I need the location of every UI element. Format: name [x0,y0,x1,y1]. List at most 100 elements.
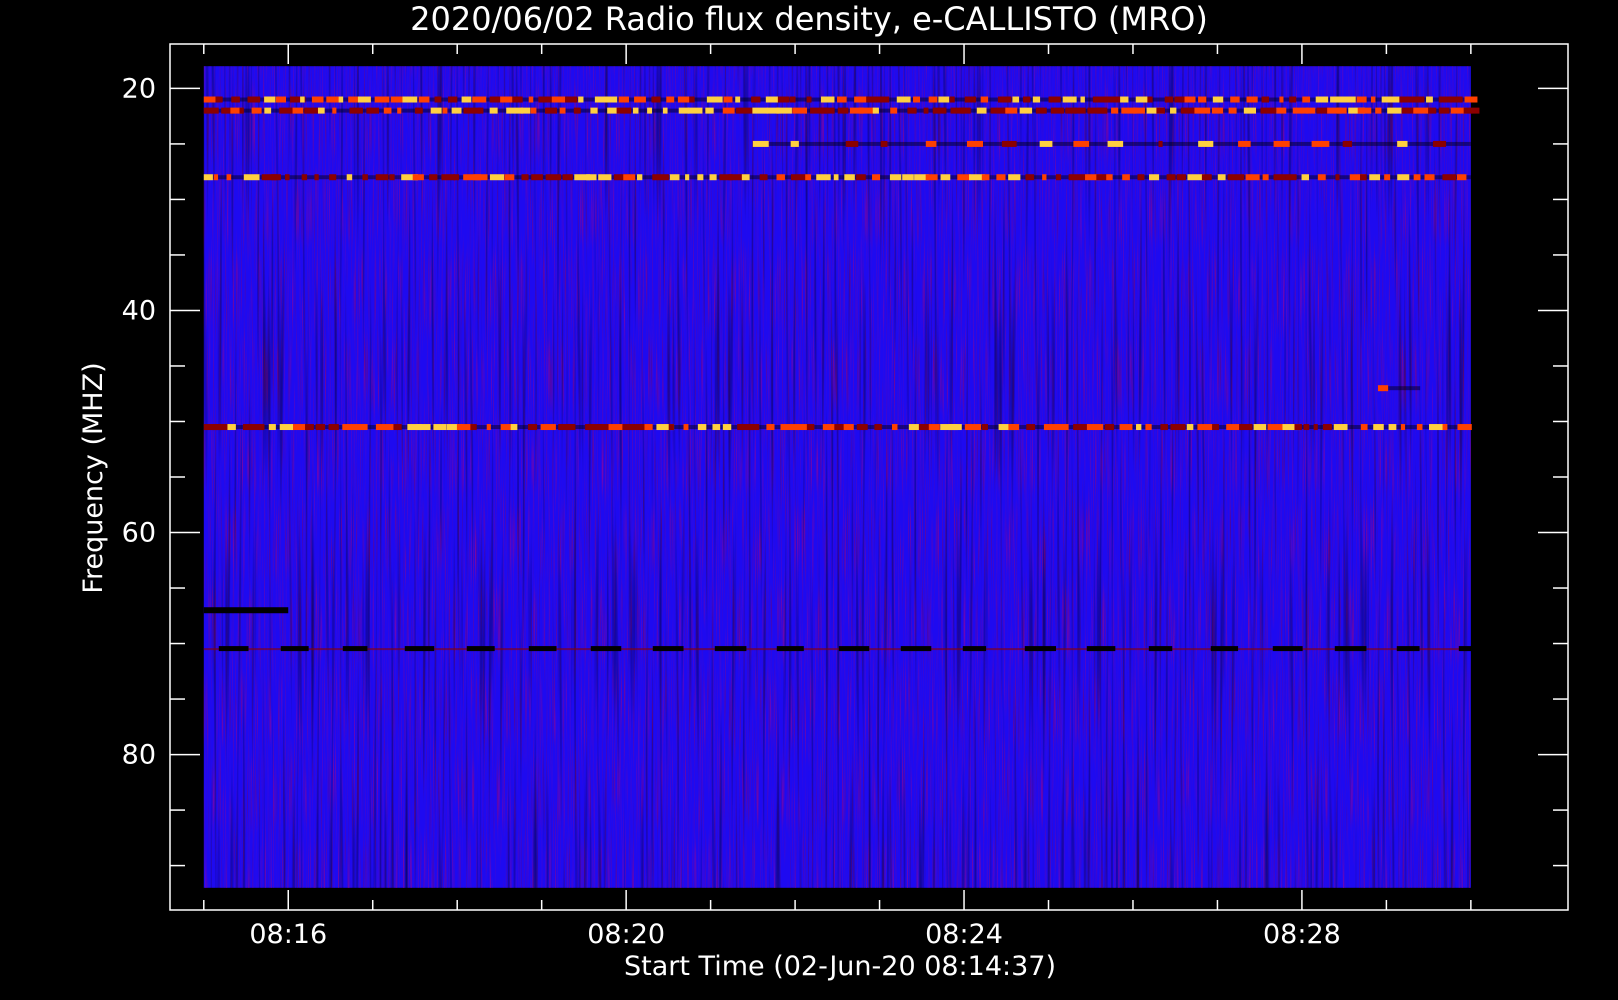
line-segment [872,174,881,181]
line-segment [1413,174,1421,181]
line-segment [623,174,636,181]
line-segment [586,174,597,181]
dark-band-segment [714,646,747,652]
line-segment [247,96,261,103]
line-segment [1246,96,1258,103]
feature-dark-line-7 [203,607,289,614]
line-segment [567,424,575,431]
dark-band-segment [1210,646,1239,652]
line-segment [1411,96,1425,103]
line-segment [1149,174,1160,181]
line-segment [913,96,921,103]
line-segment [473,174,488,181]
line-segment [1316,107,1329,114]
line-segment [892,424,898,431]
line-segment [1285,174,1297,181]
line-segment [1447,96,1463,103]
line-segment [1135,96,1148,103]
line-segment [531,174,543,181]
line-segment [315,424,326,431]
line-segment [264,96,276,103]
dark-band-segment [776,646,804,652]
line-segment [1400,424,1406,431]
line-segment [964,424,982,431]
line-segment [820,107,835,114]
line-segment [1160,424,1168,431]
line-segment [1096,174,1108,181]
line-segment [451,107,462,114]
line-segment [1227,174,1245,181]
line-segment [1056,174,1061,181]
dark-band-segment [962,646,987,652]
line-segment [243,424,261,431]
line-segment [1369,174,1381,181]
line-segment [300,96,305,103]
dark-band-segment [1396,646,1420,652]
line-segment [949,424,962,431]
line-segment [375,174,389,181]
line-segment [1050,107,1065,114]
line-segment [1301,174,1310,181]
line-segment [889,174,902,181]
line-segment [837,107,849,114]
line-segment [1008,174,1021,181]
line-segment [608,424,624,431]
dark-band-segment [900,646,932,652]
line-segment [1042,174,1047,181]
line-segment [329,174,337,181]
line-segment [722,424,732,431]
line-segment [1397,140,1408,147]
line-segment [632,107,639,114]
line-segment [1039,140,1053,147]
line-segment [687,107,703,114]
line-segment [258,424,265,431]
x-axis-label: Start Time (02-Jun-20 08:14:37) [624,951,1056,982]
line-segment [573,107,581,114]
line-segment [305,424,314,431]
line-segment [477,107,484,114]
line-segment [647,107,653,114]
line-segment [1122,174,1130,181]
line-segment [362,174,368,181]
line-segment [792,107,808,114]
line-segment [1133,107,1145,114]
line-segment [448,96,458,103]
line-segment [1302,96,1311,103]
line-segment [1228,107,1237,114]
line-segment [1212,96,1224,103]
line-segment [304,107,320,114]
heatmap-noise-dark [203,66,1471,888]
line-segment [706,96,723,103]
line-segment [1456,174,1467,181]
line-segment [226,174,232,181]
line-segment [1156,107,1166,114]
line-segment [227,424,236,431]
line-segment [751,96,761,103]
line-segment [1413,107,1430,114]
line-segment [1119,424,1133,431]
line-segment [1337,107,1347,114]
dark-band-segment [1334,646,1367,652]
line-segment [412,174,424,181]
line-segment [964,96,977,103]
line-segment [1186,424,1194,431]
line-segment [504,174,515,181]
line-segment [359,424,368,431]
line-segment [880,140,888,147]
line-segment [697,174,704,181]
line-segment [1276,107,1287,114]
line-segment [874,424,882,431]
line-segment [1238,140,1251,147]
line-segment [636,174,643,181]
line-segment [1343,424,1348,431]
line-segment [1194,107,1211,114]
line-segment [527,424,538,431]
line-segment [1243,107,1257,114]
line-segment [1438,107,1450,114]
line-segment [375,424,394,431]
line-segment [598,174,612,181]
line-segment [1294,424,1302,431]
line-segment [1273,174,1286,181]
line-segment [1184,96,1196,103]
line-segment [981,174,990,181]
